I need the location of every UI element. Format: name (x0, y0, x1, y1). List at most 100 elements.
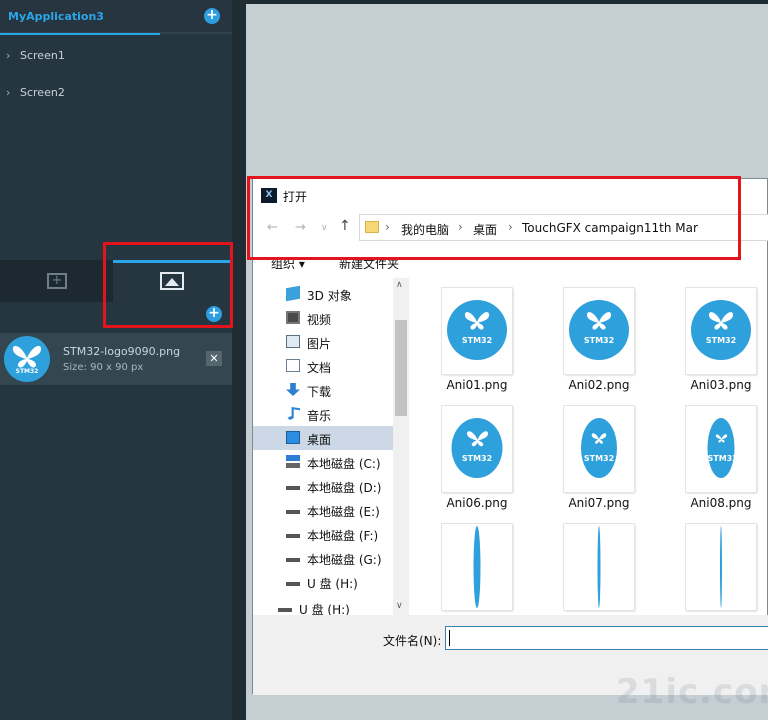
scroll-down-icon[interactable]: ∨ (396, 601, 403, 611)
project-title[interactable]: MyApplication3 (8, 10, 104, 23)
butterfly-icon (715, 434, 727, 443)
nav-item-label: 本地磁盘 (G:) (307, 553, 382, 567)
file-thumbnail: STM32 (564, 406, 634, 492)
nav-item-label: 图片 (307, 337, 332, 351)
project-title-underline (0, 33, 160, 35)
file-tile[interactable] (535, 514, 645, 615)
drive-icon (286, 527, 300, 540)
nav-item-label: U 盘 (H:) (307, 577, 358, 591)
nav-item-label: U 盘 (H:) (299, 603, 350, 615)
scrollbar-thumb[interactable] (395, 320, 407, 416)
logo-text: STM32 (705, 336, 737, 345)
stm32-logo-image: STM32 (447, 300, 507, 360)
file-thumbnail: STM32 (442, 288, 512, 374)
tab-widgets[interactable]: + (0, 260, 113, 302)
nav-item[interactable]: 视频 (253, 306, 393, 330)
nav-item-label: 本地磁盘 (C:) (307, 457, 381, 471)
file-name: Ani08.png (690, 496, 752, 510)
nav-item[interactable]: U 盘 (H:) (253, 596, 385, 615)
image-asset-item[interactable]: STM32 STM32-logo9090.png Size: 90 x 90 p… (0, 333, 232, 385)
file-tile[interactable]: STM32 Ani03.png (657, 278, 767, 392)
file-thumbnail: STM32 (686, 406, 756, 492)
nav-item-label: 文档 (307, 361, 332, 375)
nav-item[interactable]: 3D 对象 (253, 282, 393, 306)
project-header: MyApplication3 + (0, 0, 232, 35)
butterfly-icon (586, 312, 612, 330)
file-thumbnail: STM32 (442, 406, 512, 492)
file-name: Ani02.png (568, 378, 630, 392)
file-tile[interactable]: STM32 Ani01.png (413, 278, 523, 392)
highlight-box-images-tab (103, 242, 233, 328)
filename-label: 文件名(N): (383, 634, 442, 648)
stm32-logo-image: STM32 (691, 300, 751, 360)
nav-item[interactable]: U 盘 (H:) (253, 570, 393, 594)
chevron-right-icon: › (6, 49, 11, 62)
file-list: STM32 Ani01.png STM32 Ani02.png STM32 Ani03.p… (413, 278, 768, 615)
butterfly-icon (464, 312, 490, 330)
logo-text: STM32 (583, 454, 615, 463)
scroll-up-icon[interactable]: ∧ (396, 280, 403, 290)
nav-item[interactable]: 本地磁盘 (F:) (253, 522, 393, 546)
nav-item[interactable]: 本地磁盘 (C:) (253, 450, 393, 474)
nav-item-label: 下载 (307, 385, 332, 399)
file-tile[interactable]: STM32 Ani02.png (535, 278, 645, 392)
nav-item[interactable]: 图片 (253, 330, 393, 354)
video-icon (286, 311, 300, 324)
nav-item[interactable]: 本地磁盘 (D:) (253, 474, 393, 498)
drive-icon (286, 503, 300, 516)
remove-asset-button[interactable]: ✕ (206, 351, 222, 366)
nav-scrollbar[interactable]: ∧ ∨ (393, 278, 409, 615)
stm32-logo-image: STM32 (707, 418, 738, 478)
butterfly-icon (12, 345, 42, 368)
filename-input[interactable] (445, 626, 768, 650)
highlight-box-dialog-path (247, 176, 741, 260)
file-tile[interactable] (413, 514, 523, 615)
butterfly-icon (708, 312, 734, 330)
file-name: Ani01.png (446, 378, 508, 392)
file-thumbnail (686, 524, 756, 610)
stm32-logo-image (720, 526, 722, 608)
stm32-logo-image: STM32 (451, 418, 503, 478)
add-widget-icon: + (47, 273, 67, 289)
windows-drive-icon (286, 455, 300, 468)
music-icon (287, 407, 300, 420)
file-tile[interactable]: STM32 Ani06.png (413, 396, 523, 510)
nav-item[interactable]: 下载 (253, 378, 393, 402)
nav-item-label: 音乐 (307, 409, 332, 423)
screen-label: Screen1 (20, 49, 65, 62)
project-panel: MyApplication3 + › Screen1 › Screen2 + +… (0, 0, 246, 720)
file-name: Ani03.png (690, 378, 752, 392)
usb-drive-icon (278, 601, 292, 614)
stm32-logo-image (473, 526, 481, 608)
screen-item-screen1[interactable]: › Screen1 (0, 45, 232, 67)
file-name: Ani06.png (446, 496, 508, 510)
add-screen-button[interactable]: + (204, 8, 220, 24)
logo-text: STM32 (15, 368, 39, 375)
nav-item[interactable]: 文档 (253, 354, 393, 378)
file-thumbnail: STM32 (686, 288, 756, 374)
panel-splitter[interactable] (232, 0, 246, 720)
logo-text: STM32 (461, 336, 493, 345)
nav-item[interactable]: 本地磁盘 (E:) (253, 498, 393, 522)
nav-item[interactable]: 音乐 (253, 402, 393, 426)
nav-item[interactable]: 桌面 (253, 426, 393, 450)
file-tile[interactable]: STM32 Ani08.png (657, 396, 767, 510)
screen-item-screen2[interactable]: › Screen2 (0, 82, 232, 104)
stm32-logo-thumbnail: STM32 (4, 336, 50, 382)
nav-item-label: 本地磁盘 (E:) (307, 505, 380, 519)
logo-text: STM32 (461, 454, 493, 463)
butterfly-icon (591, 433, 607, 444)
butterfly-icon (466, 431, 488, 447)
nav-item-label: 本地磁盘 (D:) (307, 481, 382, 495)
logo-text: STM32 (707, 454, 738, 463)
chevron-right-icon: › (6, 86, 11, 99)
text-caret (449, 630, 450, 646)
file-tile[interactable]: STM32 Ani07.png (535, 396, 645, 510)
asset-size: Size: 90 x 90 px (63, 362, 144, 373)
nav-item[interactable]: 本地磁盘 (G:) (253, 546, 393, 570)
document-icon (286, 359, 300, 372)
watermark-text: 21ic.com (616, 672, 768, 712)
cube-icon (286, 285, 300, 302)
file-tile[interactable] (657, 514, 767, 615)
nav-item-label: 桌面 (307, 433, 332, 447)
